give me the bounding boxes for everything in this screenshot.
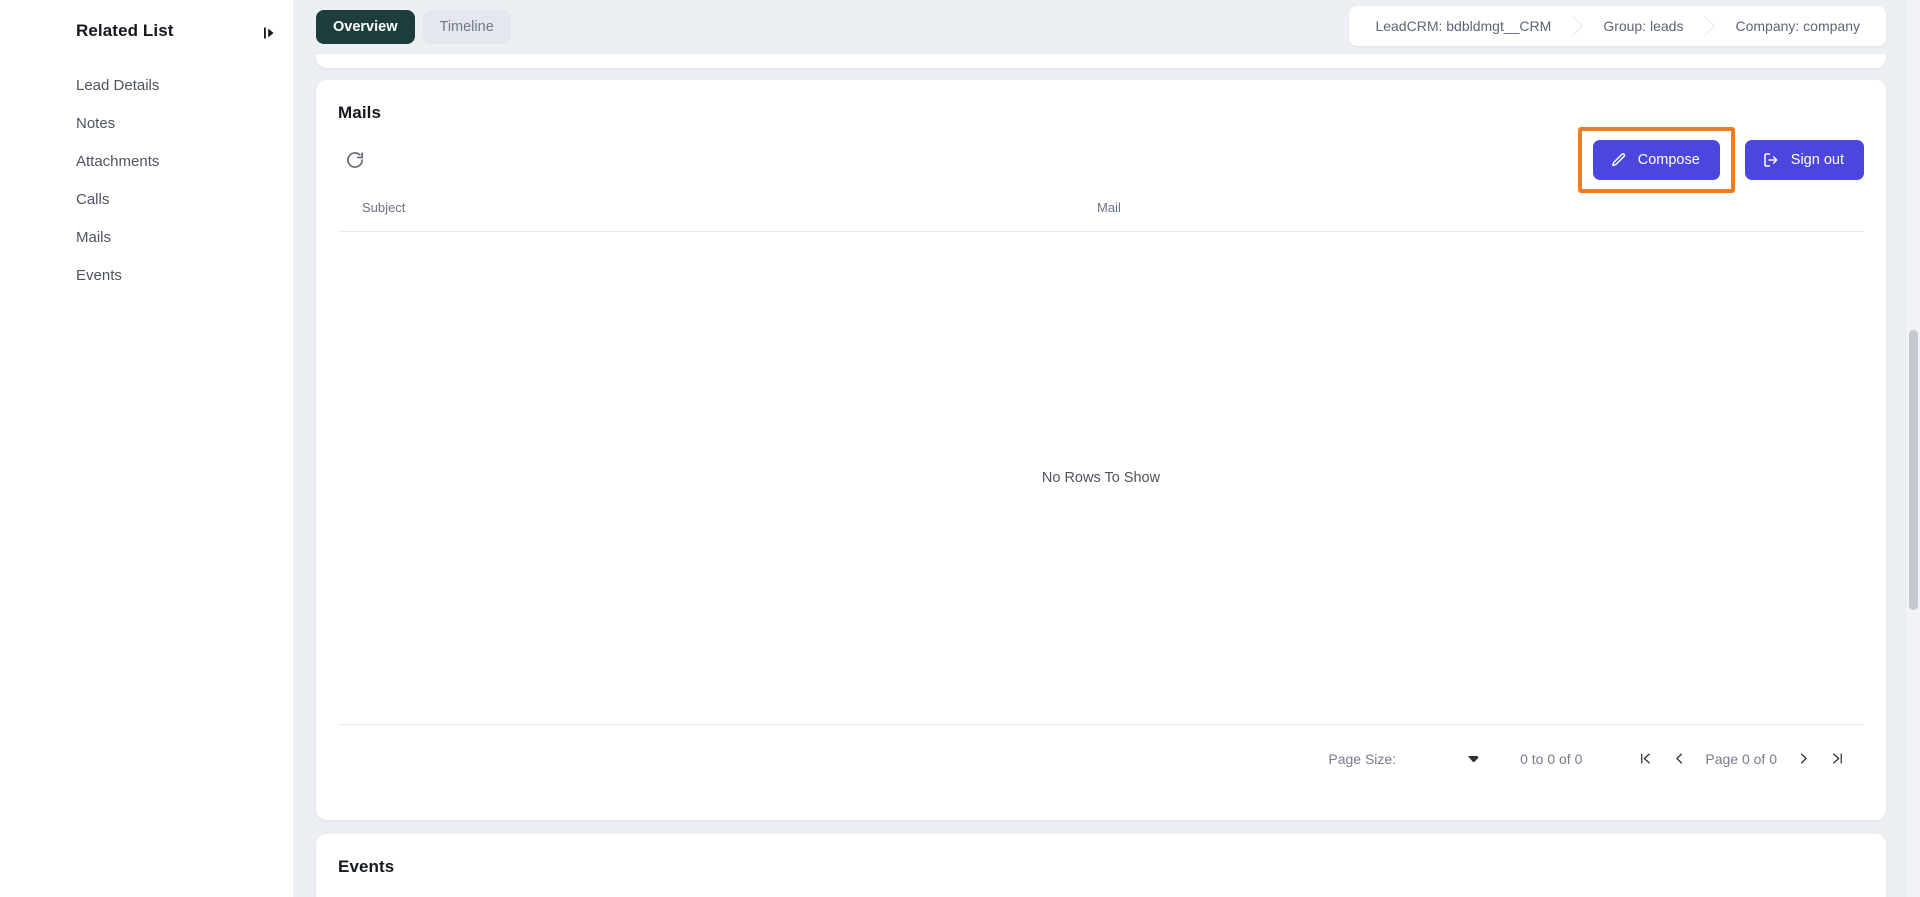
sign-out-icon	[1762, 151, 1780, 169]
refresh-icon[interactable]	[338, 143, 372, 177]
row-range-text: 0 to 0 of 0	[1520, 750, 1583, 767]
breadcrumb-item-leadcrm[interactable]: LeadCRM: bdbldmgt__CRM	[1349, 6, 1577, 46]
sidebar-item-events[interactable]: Events	[0, 257, 293, 295]
column-header-mail[interactable]: Mail	[1073, 200, 1864, 215]
mails-card: Mails Compose Sign out Subject Mail No R…	[316, 80, 1886, 820]
compose-button-label: Compose	[1637, 152, 1700, 168]
sidebar-item-calls[interactable]: Calls	[0, 181, 293, 219]
view-tabs: Overview Timeline	[316, 10, 511, 44]
scroll-body: Mails Compose Sign out Subject Mail No R…	[294, 54, 1920, 897]
mails-card-title: Mails	[338, 103, 382, 122]
mails-grid-header: Subject Mail	[338, 196, 1864, 232]
breadcrumb-item-company[interactable]: Company: company	[1709, 6, 1886, 46]
vertical-scrollbar[interactable]	[1905, 0, 1920, 897]
mails-grid-body: No Rows To Show	[338, 232, 1864, 724]
pencil-icon	[1610, 152, 1627, 169]
breadcrumb: LeadCRM: bdbldmgt__CRM Group: leads Comp…	[1349, 6, 1886, 46]
compose-button[interactable]: Compose	[1592, 140, 1720, 180]
breadcrumb-item-group[interactable]: Group: leads	[1577, 6, 1709, 46]
page-size-select[interactable]	[1404, 745, 1483, 772]
previous-page-icon[interactable]	[1662, 742, 1696, 776]
tab-timeline[interactable]: Timeline	[422, 10, 511, 44]
column-header-subject[interactable]: Subject	[338, 200, 1073, 215]
sidebar-item-lead-details[interactable]: Lead Details	[0, 67, 293, 105]
previous-card-partial	[316, 54, 1886, 68]
compose-button-highlight: Compose	[1577, 127, 1735, 193]
pagination-controls: Page 0 of 0	[1628, 742, 1854, 776]
sidebar-title: Related List	[76, 21, 174, 40]
page-size-label: Page Size:	[1328, 750, 1397, 767]
last-page-icon[interactable]	[1820, 742, 1854, 776]
no-rows-message: No Rows To Show	[1041, 470, 1161, 486]
events-card-title: Events	[338, 857, 395, 876]
app-root: Related List Lead Details Notes Attachme…	[0, 0, 1920, 897]
mails-actions: Compose Sign out	[1577, 127, 1864, 193]
mails-toolbar: Compose Sign out	[338, 124, 1864, 196]
sign-out-button-label: Sign out	[1790, 152, 1844, 168]
scrollbar-thumb[interactable]	[1909, 330, 1918, 610]
sidebar-item-attachments[interactable]: Attachments	[0, 143, 293, 181]
sidebar-item-notes[interactable]: Notes	[0, 105, 293, 143]
mails-grid-footer: Page Size: 0 to 0 of 0 Page 0 of 0	[338, 724, 1864, 792]
sidebar-nav: Lead Details Notes Attachments Calls Mai…	[0, 67, 293, 295]
next-page-icon[interactable]	[1786, 742, 1820, 776]
page-size-select-shell	[1396, 745, 1498, 772]
top-bar: Overview Timeline LeadCRM: bdbldmgt__CRM…	[294, 0, 1920, 54]
first-page-icon[interactable]	[1628, 742, 1662, 776]
events-card: Events	[316, 834, 1886, 897]
tab-overview[interactable]: Overview	[316, 10, 415, 44]
related-list-sidebar: Related List Lead Details Notes Attachme…	[0, 0, 294, 897]
page-indicator-text: Page 0 of 0	[1705, 750, 1777, 767]
sidebar-item-mails[interactable]: Mails	[0, 219, 293, 257]
expand-panel-icon[interactable]	[262, 23, 282, 43]
main-content: Overview Timeline LeadCRM: bdbldmgt__CRM…	[294, 0, 1920, 897]
sign-out-button[interactable]: Sign out	[1744, 140, 1864, 180]
